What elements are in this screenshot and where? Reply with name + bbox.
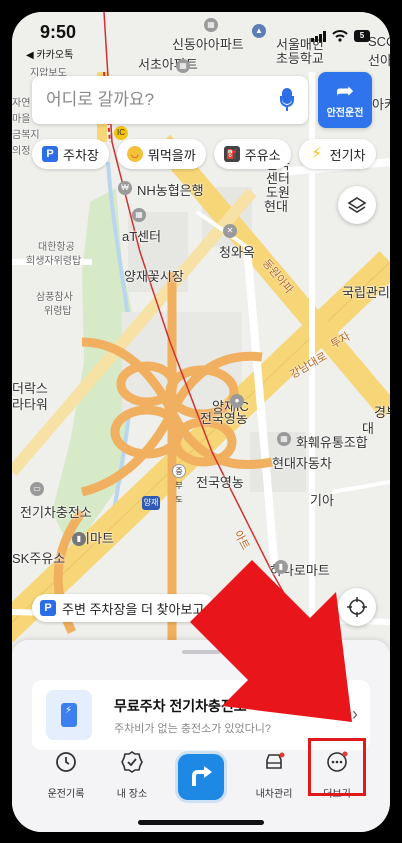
nearby-parking-label: 주변 주차장을 더 찾아보고 — [62, 601, 205, 617]
map-label: 라타워 — [12, 397, 48, 412]
crosshair-icon — [347, 597, 367, 617]
highway-number: 양재 — [143, 498, 159, 507]
cellular-signal-icon — [311, 30, 326, 42]
map-label: 화훼유통조합 — [296, 435, 368, 450]
map-label: 경부고속도로 — [374, 405, 390, 420]
status-icons: 5 — [311, 30, 370, 42]
status-time: 9:50 — [40, 22, 77, 42]
map-label: aT센터 — [122, 229, 162, 244]
search-input[interactable] — [46, 90, 246, 110]
safe-drive-label: 안전운전 — [326, 108, 364, 119]
clock-icon — [56, 752, 76, 772]
search-bar[interactable] — [32, 76, 308, 124]
nearby-parking-button[interactable]: P 주변 주차장을 더 찾아보고 — [32, 594, 217, 622]
building-icon[interactable]: ▦ — [132, 208, 146, 222]
banner-title: 무료주차 전기차충전소 — [114, 698, 247, 714]
map-label: NH농협은행 — [137, 183, 204, 198]
status-bar: 9:50 ◀ 카카오톡 5 — [12, 12, 390, 62]
food-icon: ◡ — [126, 146, 143, 162]
chip-label: 뭐먹을까 — [147, 147, 196, 163]
sheet-drag-handle[interactable] — [182, 650, 220, 654]
parking-icon: P — [40, 600, 56, 616]
gas-station-icon: ⛽ — [223, 146, 240, 162]
bottom-sheet: ⚡ 무료주차 전기차충전소 주차비가 없는 충전소가 있었다니? › 운전기록 … — [12, 640, 390, 832]
map-label: 양재꽃시장 — [124, 269, 184, 284]
tab-label: 내차관리 — [255, 789, 293, 800]
tab-label: 내 장소 — [116, 789, 148, 800]
phone-screen: 지압보도 자연 마을 금복지 의정 대한항공 희생자위령탑 삼풍참사 위령탑 신… — [12, 12, 390, 832]
map-label: 국립관리 — [342, 285, 390, 300]
map-label: 전국영농 — [200, 411, 248, 426]
chevron-right-icon: › — [352, 704, 358, 724]
map-label: 의정 — [12, 146, 31, 157]
tab-my-car[interactable]: 내차관리 — [244, 750, 304, 800]
chip-parking[interactable]: P 주차장 — [32, 139, 109, 169]
ev-charger-icon[interactable]: ▮ — [274, 560, 288, 574]
map-label: SK주유소 — [12, 551, 66, 566]
map-label: 전국영농 — [196, 475, 244, 490]
map-label: 전기차충전소 — [20, 505, 92, 520]
map-label: 기아 — [310, 493, 334, 508]
gas-station-icon[interactable]: ▮ — [72, 532, 86, 546]
battery-icon: 5 — [354, 30, 370, 42]
navigation-button[interactable] — [178, 754, 224, 800]
layers-button[interactable] — [338, 186, 376, 224]
map-label: 자연 — [12, 98, 31, 109]
company-icon[interactable]: ▦ — [277, 432, 291, 446]
current-location-button[interactable] — [338, 588, 376, 626]
map-label: 위령탑 — [44, 306, 72, 317]
map-label: 대 — [362, 421, 374, 436]
bank-icon[interactable]: ₩ — [118, 181, 132, 195]
highway-shield-icon: 양재 — [142, 496, 160, 510]
highlight-box — [308, 738, 366, 796]
car-icon — [266, 752, 285, 769]
chip-food[interactable]: ◡ 뭐먹을까 — [116, 139, 206, 169]
chip-label: 주유소 — [244, 147, 281, 163]
restaurant-icon[interactable]: ✕ — [223, 224, 237, 238]
layers-icon — [347, 197, 367, 213]
route-number-icon: IC — [114, 126, 128, 140]
mart-icon[interactable]: ▭ — [30, 482, 44, 496]
map-label: 현대 — [264, 199, 288, 214]
tab-label: 운전기록 — [47, 789, 85, 800]
ic-icon: 중부도 — [172, 464, 186, 504]
parking-icon: P — [42, 146, 58, 162]
map-label: 삼풍참사 — [36, 292, 73, 303]
tab-drive-history[interactable]: 운전기록 — [36, 750, 96, 800]
map-label: 마을 — [12, 114, 31, 125]
map-label: 대한항공 — [38, 242, 75, 253]
safe-drive-button[interactable]: ➦ 안전운전 — [318, 72, 372, 128]
poi-icon[interactable]: ● — [230, 394, 244, 408]
navigation-icon — [192, 766, 212, 786]
category-chips: P 주차장 ◡ 뭐먹을까 ⛽ 주유소 ⚡ 전기차 — [32, 139, 376, 169]
chip-gas-station[interactable]: ⛽ 주유소 — [213, 139, 291, 169]
microphone-icon[interactable] — [280, 88, 294, 112]
chip-label: 전기차 — [329, 147, 366, 163]
map-label: 아카데미 — [372, 97, 390, 112]
tab-my-places[interactable]: 내 장소 — [102, 750, 162, 800]
map-label: 희생자위령탑 — [26, 256, 82, 267]
chip-ev[interactable]: ⚡ 전기차 — [298, 139, 376, 169]
map-label: 청와옥 — [219, 245, 255, 260]
ic-label: 중부도 — [175, 467, 183, 504]
home-indicator[interactable] — [138, 820, 264, 825]
ev-charger-icon: ⚡ — [46, 690, 92, 740]
map-label: 현대자동차 — [272, 456, 332, 471]
check-badge-icon — [121, 751, 143, 773]
chip-label: 주차장 — [63, 147, 99, 163]
route-number: IC — [117, 128, 125, 137]
ev-bolt-icon: ⚡ — [311, 145, 322, 162]
wifi-icon — [332, 30, 348, 42]
turn-right-arrow-icon: ➦ — [335, 78, 355, 103]
back-to-app-link[interactable]: ◀ 카카오톡 — [26, 46, 73, 61]
banner-subtitle: 주차비가 없는 충전소가 있었다니? — [114, 723, 271, 735]
